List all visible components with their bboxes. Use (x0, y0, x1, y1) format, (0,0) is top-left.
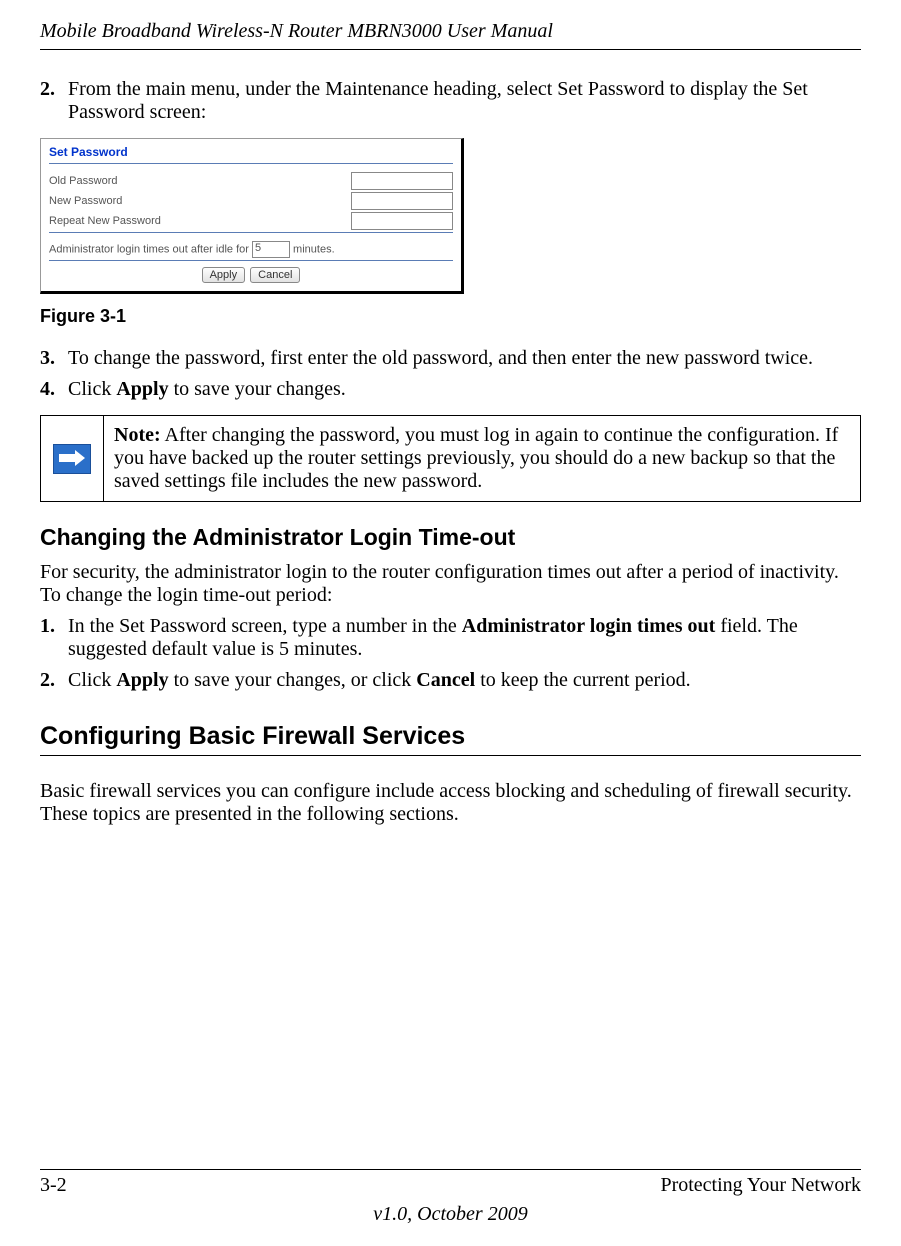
step-b2-num: 2. (40, 669, 68, 692)
screenshot-divider (49, 163, 453, 164)
section-heading-firewall: Configuring Basic Firewall Services (40, 722, 861, 756)
step-b2: 2. Click Apply to save your changes, or … (40, 669, 861, 692)
step-4-text: Click Apply to save your changes. (68, 378, 861, 401)
step-b1: 1. In the Set Password screen, type a nu… (40, 615, 861, 661)
figure-caption: Figure 3-1 (40, 306, 861, 327)
screenshot-divider-2 (49, 232, 453, 233)
step-4: 4. Click Apply to save your changes. (40, 378, 861, 401)
timeout-text-b: minutes. (293, 243, 335, 255)
step-3: 3. To change the password, first enter t… (40, 347, 861, 370)
note-box: Note: After changing the password, you m… (40, 415, 861, 502)
section-paragraph: Basic firewall services you can configur… (40, 780, 861, 826)
step-3-num: 3. (40, 347, 68, 370)
step-4-num: 4. (40, 378, 68, 401)
note-icon-cell (41, 416, 104, 501)
page-header: Mobile Broadband Wireless-N Router MBRN3… (40, 20, 861, 50)
old-password-input[interactable] (351, 172, 453, 190)
footer-version: v1.0, October 2009 (40, 1203, 861, 1226)
note-text: Note: After changing the password, you m… (104, 416, 860, 501)
step-b1-text: In the Set Password screen, type a numbe… (68, 615, 861, 661)
step-3-text: To change the password, first enter the … (68, 347, 861, 370)
footer-topic: Protecting Your Network (660, 1174, 861, 1197)
cancel-button[interactable]: Cancel (250, 267, 300, 283)
step-b2-text: Click Apply to save your changes, or cli… (68, 669, 861, 692)
page-footer: 3-2 Protecting Your Network v1.0, Octobe… (40, 1169, 861, 1226)
sub-paragraph: For security, the administrator login to… (40, 561, 861, 607)
step-2-num: 2. (40, 78, 68, 124)
timeout-text-a: Administrator login times out after idle… (49, 243, 249, 255)
screenshot-title: Set Password (49, 145, 453, 159)
repeat-new-password-label: Repeat New Password (49, 215, 161, 227)
screenshot-divider-3 (49, 260, 453, 261)
repeat-new-password-input[interactable] (351, 212, 453, 230)
new-password-label: New Password (49, 195, 122, 207)
step-2-text: From the main menu, under the Maintenanc… (68, 78, 861, 124)
note-arrow-icon (53, 444, 91, 474)
footer-page-number: 3-2 (40, 1174, 67, 1197)
timeout-input[interactable]: 5 (252, 241, 290, 258)
new-password-input[interactable] (351, 192, 453, 210)
old-password-label: Old Password (49, 175, 117, 187)
set-password-screenshot: Set Password Old Password New Password R… (40, 138, 464, 294)
apply-button[interactable]: Apply (202, 267, 246, 283)
step-2: 2. From the main menu, under the Mainten… (40, 78, 861, 124)
step-b1-num: 1. (40, 615, 68, 661)
subheading-login-timeout: Changing the Administrator Login Time-ou… (40, 524, 861, 551)
figure-3-1-screenshot: Set Password Old Password New Password R… (40, 138, 861, 294)
